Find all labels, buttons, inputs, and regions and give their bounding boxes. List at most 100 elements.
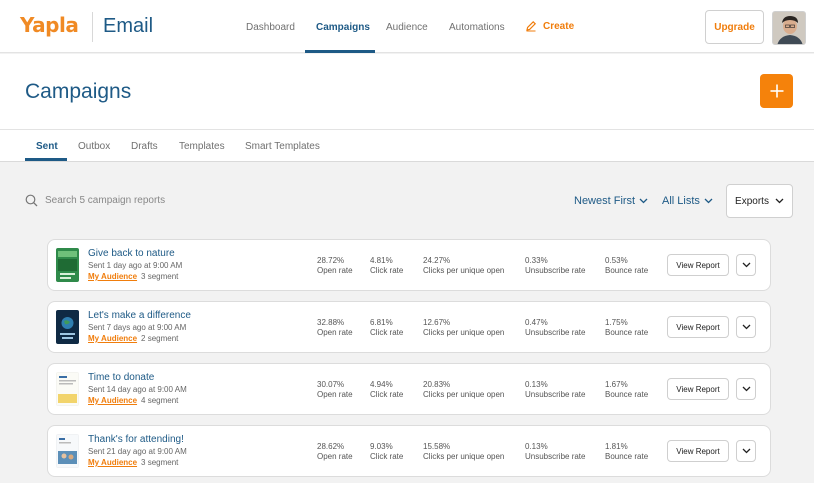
campaign-audience: My Audience 2 segment xyxy=(88,334,178,343)
campaign-sent-time: Sent 7 days ago at 9:00 AM xyxy=(88,323,187,332)
stat-unsubscribe-rate: 0.13% Unsubscribe rate xyxy=(525,442,585,462)
stat-label: Clicks per unique open xyxy=(423,266,505,275)
campaign-card[interactable]: Give back to nature Sent 1 day ago at 9:… xyxy=(47,239,771,291)
tab-outbox[interactable]: Outbox xyxy=(78,141,110,152)
stat-value: 0.47% xyxy=(525,318,548,327)
sort-dropdown[interactable]: Newest First xyxy=(574,195,648,207)
app-name: Email xyxy=(103,15,154,37)
tab-drafts[interactable]: Drafts xyxy=(131,141,158,152)
campaign-title[interactable]: Give back to nature xyxy=(88,248,175,259)
nav-audience[interactable]: Audience xyxy=(386,22,428,33)
stat-value: 0.53% xyxy=(605,256,628,265)
stat-label: Open rate xyxy=(317,266,353,275)
yapla-logo[interactable]: Yapla xyxy=(20,13,79,37)
avatar-image xyxy=(773,12,805,44)
stat-unsubscribe-rate: 0.33% Unsubscribe rate xyxy=(525,256,585,276)
stat-value: 20.83% xyxy=(423,380,451,389)
segment-count: 3 segment xyxy=(141,272,179,281)
audience-link[interactable]: My Audience xyxy=(88,272,137,281)
create-label: Create xyxy=(543,20,575,32)
stat-open-rate: 32.88% Open rate xyxy=(317,318,353,338)
stat-click-rate: 4.81% Click rate xyxy=(370,256,403,276)
tab-sent[interactable]: Sent xyxy=(36,141,58,152)
campaign-card[interactable]: Time to donate Sent 14 day ago at 9:00 A… xyxy=(47,363,771,415)
stat-label: Clicks per unique open xyxy=(423,328,505,337)
nav-active-indicator xyxy=(305,50,375,53)
campaign-title[interactable]: Thank's for attending! xyxy=(88,434,184,445)
campaign-card[interactable]: Thank's for attending! Sent 21 day ago a… xyxy=(47,425,771,477)
stat-label: Click rate xyxy=(370,328,404,337)
nav-campaigns[interactable]: Campaigns xyxy=(316,22,370,33)
stat-clicks-per-open: 24.27% Clicks per unique open xyxy=(423,256,504,276)
stat-click-rate: 4.94% Click rate xyxy=(370,380,403,400)
stat-value: 1.81% xyxy=(605,442,628,451)
stat-label: Clicks per unique open xyxy=(423,452,505,461)
campaign-audience: My Audience 4 segment xyxy=(88,396,178,405)
view-report-button[interactable]: View Report xyxy=(667,440,729,462)
stat-label: Click rate xyxy=(370,452,404,461)
campaign-title[interactable]: Let's make a difference xyxy=(88,310,191,321)
stat-bounce-rate: 1.75% Bounce rate xyxy=(605,318,648,338)
stat-value: 4.81% xyxy=(370,256,393,265)
expand-button[interactable] xyxy=(736,378,756,400)
stat-label: Click rate xyxy=(370,266,404,275)
campaign-thumbnail xyxy=(56,372,79,406)
tabs-divider xyxy=(0,129,814,130)
user-avatar[interactable] xyxy=(772,11,806,45)
list-filter-dropdown[interactable]: All Lists xyxy=(662,195,713,207)
stat-value: 1.67% xyxy=(605,380,628,389)
expand-button[interactable] xyxy=(736,316,756,338)
segment-count: 2 segment xyxy=(141,334,179,343)
stat-bounce-rate: 1.81% Bounce rate xyxy=(605,442,648,462)
audience-link[interactable]: My Audience xyxy=(88,334,137,343)
nav-automations[interactable]: Automations xyxy=(449,22,505,33)
stat-value: 6.81% xyxy=(370,318,393,327)
stat-label: Clicks per unique open xyxy=(423,390,505,399)
stat-value: 28.62% xyxy=(317,442,345,451)
view-report-button[interactable]: View Report xyxy=(667,254,729,276)
audience-link[interactable]: My Audience xyxy=(88,396,137,405)
campaign-sent-time: Sent 14 day ago at 9:00 AM xyxy=(88,385,187,394)
segment-count: 3 segment xyxy=(141,458,179,467)
stat-value: 12.67% xyxy=(423,318,451,327)
view-report-button[interactable]: View Report xyxy=(667,378,729,400)
stat-clicks-per-open: 12.67% Clicks per unique open xyxy=(423,318,504,338)
view-report-button[interactable]: View Report xyxy=(667,316,729,338)
campaign-audience: My Audience 3 segment xyxy=(88,272,178,281)
stat-label: Bounce rate xyxy=(605,390,649,399)
stat-label: Bounce rate xyxy=(605,266,649,275)
upgrade-button[interactable]: Upgrade xyxy=(705,10,764,44)
tab-smart-templates[interactable]: Smart Templates xyxy=(245,141,320,152)
campaign-audience: My Audience 3 segment xyxy=(88,458,178,467)
exports-label: Exports xyxy=(735,195,769,207)
stat-click-rate: 6.81% Click rate xyxy=(370,318,403,338)
expand-button[interactable] xyxy=(736,440,756,462)
tab-templates[interactable]: Templates xyxy=(179,141,225,152)
stat-value: 30.07% xyxy=(317,380,345,389)
stat-open-rate: 28.72% Open rate xyxy=(317,256,353,276)
stat-open-rate: 30.07% Open rate xyxy=(317,380,353,400)
campaign-thumbnail xyxy=(56,248,79,282)
campaign-card[interactable]: Let's make a difference Sent 7 days ago … xyxy=(47,301,771,353)
chevron-down-icon xyxy=(639,198,648,204)
search-placeholder: Search 5 campaign reports xyxy=(45,195,166,206)
list-filter-label: All Lists xyxy=(662,195,700,207)
exports-button[interactable]: Exports xyxy=(726,184,793,218)
header-divider xyxy=(0,161,814,162)
stat-value: 15.58% xyxy=(423,442,451,451)
add-campaign-button[interactable] xyxy=(760,74,793,108)
chevron-down-icon xyxy=(742,324,750,330)
stat-label: Open rate xyxy=(317,328,353,337)
stat-bounce-rate: 0.53% Bounce rate xyxy=(605,256,648,276)
stat-label: Open rate xyxy=(317,390,353,399)
nav-dashboard[interactable]: Dashboard xyxy=(246,22,295,33)
create-link[interactable]: Create xyxy=(525,20,574,32)
stat-value: 28.72% xyxy=(317,256,345,265)
stat-value: 4.94% xyxy=(370,380,393,389)
expand-button[interactable] xyxy=(736,254,756,276)
search-input[interactable]: Search 5 campaign reports xyxy=(25,194,165,207)
stat-label: Open rate xyxy=(317,452,353,461)
campaign-title[interactable]: Time to donate xyxy=(88,372,154,383)
audience-link[interactable]: My Audience xyxy=(88,458,137,467)
stat-click-rate: 9.03% Click rate xyxy=(370,442,403,462)
